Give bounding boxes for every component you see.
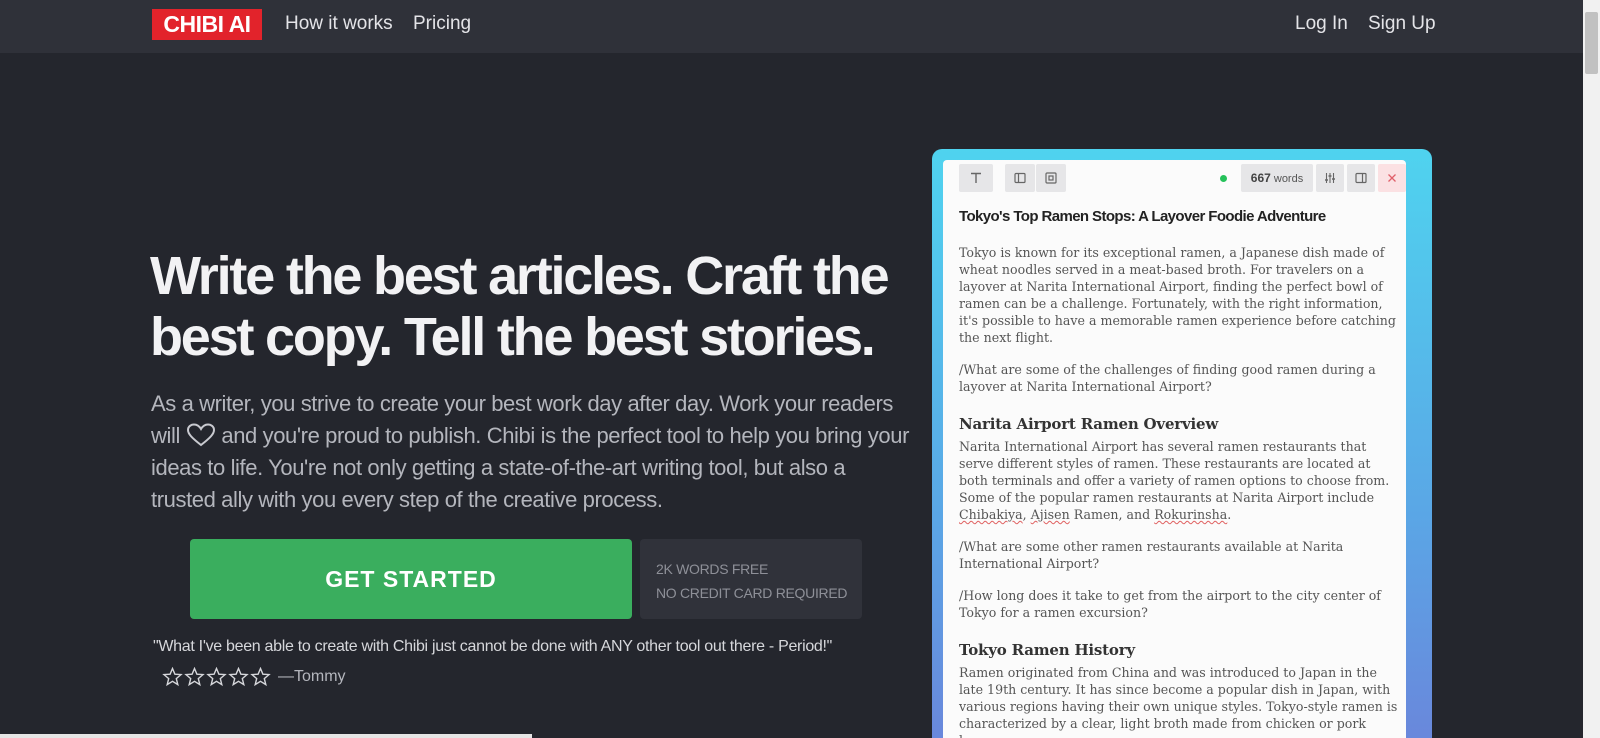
star-icon [184,667,205,687]
star-rating: —Tommy [162,667,346,687]
word-count-badge: 667 words [1241,164,1313,192]
star-icon [206,667,227,687]
star-icon [162,667,183,687]
paragraph-history: Ramen originated from China and was intr… [959,665,1398,738]
close-icon [1388,174,1396,182]
sidebar-toggle-button[interactable] [1005,164,1035,192]
logo[interactable]: CHIBI AI [152,9,262,40]
testimonial-author: —Tommy [278,668,346,685]
misspelled-word: Ajisen [1030,507,1070,522]
top-navbar: CHIBI AI How it works Pricing Log In Sig… [0,0,1583,53]
get-started-button[interactable]: GET STARTED [190,539,632,619]
headline-line-2: best copy. Tell the best stories. [150,307,876,367]
note-free-words: 2K WORDS FREE [656,561,769,577]
section-heading-airport: Narita Airport Ramen Overview [959,415,1219,433]
page-scrollbar[interactable] [1583,0,1600,738]
status-dot [1220,175,1227,182]
paragraph-airport: Narita International Airport has several… [959,439,1390,522]
text-format-icon [971,172,981,183]
scrollbar-thumb[interactable] [1585,12,1598,74]
prompt-question-1: /What are some of the challenges of find… [959,362,1376,394]
headline-line-1: Write the best articles. Craft the [150,246,890,306]
panel-toggle-button[interactable] [1347,164,1375,192]
bottom-divider [0,734,532,738]
prompt-question-2: /What are some other ramen restaurants a… [959,539,1344,571]
signup-link[interactable]: Sign Up [1368,13,1436,35]
note-no-card: NO CREDIT CARD REQUIRED [656,585,848,601]
hero-headline: Write the best articles. Craft the best … [150,246,910,368]
document-body[interactable]: Tokyo's Top Ramen Stops: A Layover Foodi… [959,208,1399,738]
document-title: Tokyo's Top Ramen Stops: A Layover Foodi… [959,208,1326,225]
cta-note: 2K WORDS FREE NO CREDIT CARD REQUIRED [640,539,862,619]
word-count-label: words [1273,173,1304,185]
star-icon [228,667,249,687]
focus-mode-button[interactable] [1036,164,1066,192]
heart-icon [186,423,216,447]
hero-subtext: As a writer, you strive to create your b… [151,388,911,516]
word-count-value: 667 [1250,171,1271,185]
sliders-icon [1325,173,1335,183]
prompt-question-3: /How long does it take to get from the a… [959,588,1381,620]
login-link[interactable]: Log In [1295,13,1348,35]
panel-icon [1355,172,1367,184]
subtext-part-2: and you're proud to publish. Chibi is th… [151,423,910,512]
misspelled-word: Chibakiya [959,507,1023,522]
focus-icon [1045,172,1057,184]
settings-button[interactable] [1316,164,1344,192]
text-format-button[interactable] [959,164,993,192]
nav-pricing[interactable]: Pricing [413,13,471,35]
section-heading-history: Tokyo Ramen History [959,641,1135,659]
editor-preview: 667 words Tokyo's Top Ramen Stops: A Lay… [943,160,1406,738]
nav-how-it-works[interactable]: How it works [285,13,393,35]
close-editor-button[interactable] [1378,164,1406,192]
paragraph-intro: Tokyo is known for its exceptional ramen… [959,245,1396,345]
star-icon [250,667,271,687]
testimonial-quote: "What I've been able to create with Chib… [153,638,833,655]
star-row [162,667,272,687]
sidebar-icon [1014,172,1026,184]
misspelled-word: Rokurinsha [1154,507,1228,522]
